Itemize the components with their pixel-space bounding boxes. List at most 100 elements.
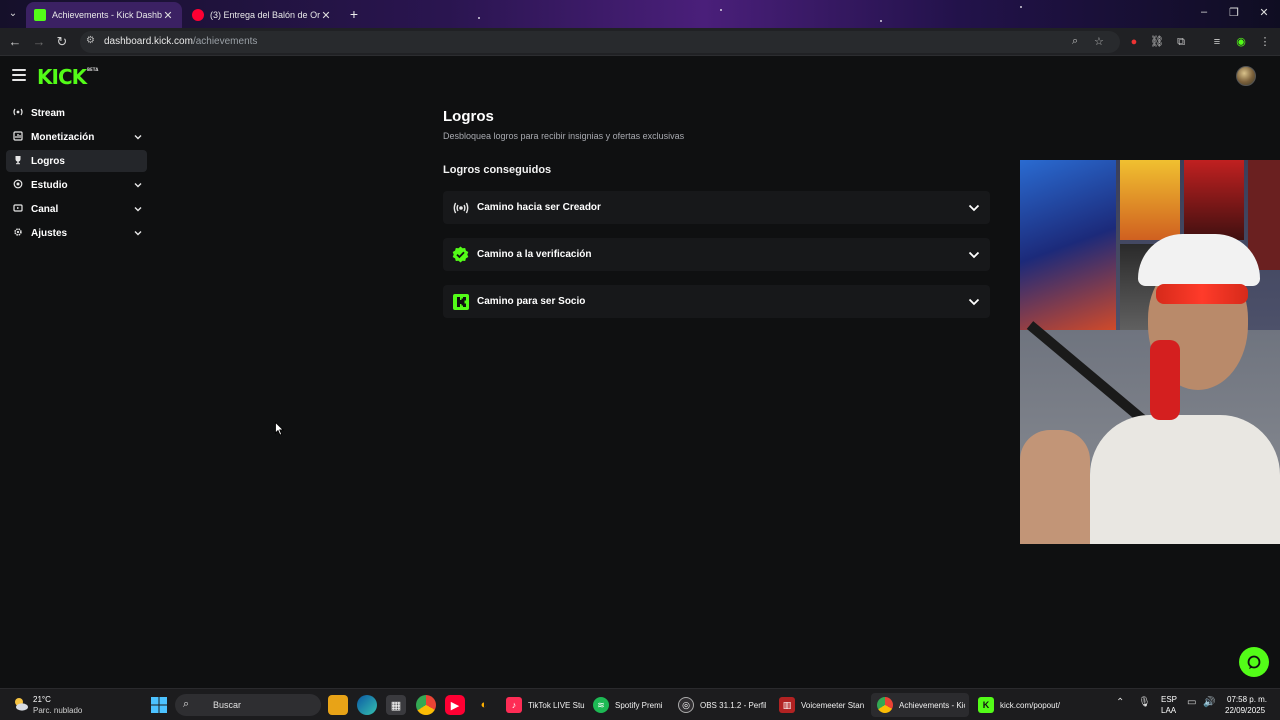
sidebar-item-monetizacion[interactable]: Monetización bbox=[6, 126, 147, 148]
network-icon[interactable]: ▭ bbox=[1187, 697, 1196, 708]
close-tab-icon[interactable]: ✕ bbox=[320, 9, 332, 22]
settings-gear-icon bbox=[11, 227, 25, 239]
link-extension-icon[interactable]: ⛓ bbox=[1149, 34, 1165, 50]
browser-menu-icon[interactable]: ⋮ bbox=[1257, 34, 1273, 50]
tab-title: (3) Entrega del Balón de Oro 20 bbox=[210, 10, 320, 20]
taskbar-time[interactable]: 07:58 p. m. bbox=[1227, 695, 1267, 704]
file-explorer-icon[interactable] bbox=[328, 695, 348, 715]
achievement-verificacion[interactable]: Camino a la verificación bbox=[443, 238, 990, 271]
back-arrow-icon[interactable]: ← bbox=[6, 33, 24, 51]
sidebar-item-label: Stream bbox=[31, 107, 65, 119]
edge-browser-icon[interactable] bbox=[357, 695, 377, 715]
profile-icon[interactable]: ◉ bbox=[1233, 34, 1249, 50]
verified-badge-icon bbox=[452, 246, 469, 263]
hamburger-menu-icon[interactable] bbox=[12, 69, 26, 81]
restore-icon[interactable]: ❐ bbox=[1226, 6, 1242, 19]
extensions-puzzle-icon[interactable]: ⧉ bbox=[1173, 34, 1189, 50]
webcam-overlay bbox=[1020, 160, 1280, 544]
chrome-icon bbox=[877, 697, 893, 713]
voicemeeter-icon: ▥ bbox=[779, 697, 795, 713]
spotify-icon: ≋ bbox=[593, 697, 609, 713]
minimize-icon[interactable]: – bbox=[1196, 6, 1212, 18]
chrome-icon[interactable] bbox=[416, 695, 436, 715]
task-label: Voicemeeter Stan bbox=[801, 700, 865, 710]
kick-logo[interactable]: KICK BETA bbox=[37, 65, 98, 89]
app-launcher-icon[interactable]: ◐ bbox=[474, 695, 494, 715]
close-tab-icon[interactable]: ✕ bbox=[162, 9, 174, 22]
taskbar-task-tiktok[interactable]: ♪ TikTok LIVE Stu bbox=[500, 693, 586, 717]
page-subtitle: Desbloquea logros para recibir insignias… bbox=[443, 131, 685, 141]
chevron-down-icon[interactable] bbox=[967, 295, 981, 309]
windows-taskbar: 21°C Parc. nublado ⌕ Buscar ▦ ▶ ◐ ♪ TikT… bbox=[0, 688, 1280, 720]
taskbar-task-obs[interactable]: ◎ OBS 31.1.2 - Perfil: bbox=[672, 693, 770, 717]
tab-achievements[interactable]: Achievements - Kick Dashboard ✕ bbox=[26, 2, 182, 28]
sidebar-item-label: Logros bbox=[31, 155, 65, 167]
studio-icon bbox=[11, 179, 25, 191]
kick-favicon-icon bbox=[34, 9, 46, 21]
url-host: dashboard.kick.com bbox=[104, 36, 193, 47]
trophy-icon bbox=[11, 155, 25, 167]
sidebar-item-canal[interactable]: Canal bbox=[6, 198, 147, 220]
microphone-icon[interactable]: 🎙 bbox=[1138, 697, 1151, 708]
sidebar-item-ajustes[interactable]: Ajustes bbox=[6, 222, 147, 244]
taskbar-task-kick-popout[interactable]: K kick.com/popout/ bbox=[972, 693, 1070, 717]
support-chat-button[interactable] bbox=[1239, 647, 1269, 677]
extension-icon[interactable]: ● bbox=[1126, 34, 1142, 50]
forward-arrow-icon[interactable]: → bbox=[30, 33, 48, 51]
search-icon: ⌕ bbox=[183, 698, 190, 710]
task-label: OBS 31.1.2 - Perfil: bbox=[700, 700, 766, 710]
weather-cloud-icon[interactable] bbox=[12, 695, 30, 713]
task-label: kick.com/popout/ bbox=[1000, 700, 1061, 710]
zoom-icon[interactable]: ⌕ bbox=[1072, 35, 1078, 48]
tab-title: Achievements - Kick Dashboard bbox=[52, 10, 162, 20]
chart-icon bbox=[11, 131, 25, 143]
site-info-icon[interactable]: ⚙ bbox=[86, 35, 95, 46]
app-header: KICK BETA bbox=[0, 57, 1280, 97]
task-label: TikTok LIVE Stu bbox=[528, 700, 585, 710]
reload-icon[interactable]: ↻ bbox=[53, 33, 71, 51]
sidebar-item-stream[interactable]: Stream bbox=[6, 102, 147, 124]
sidebar-item-logros[interactable]: Logros bbox=[6, 150, 147, 172]
taskbar-task-chrome-achievements[interactable]: Achievements - Kic bbox=[871, 693, 969, 717]
taskbar-search-input[interactable]: ⌕ Buscar bbox=[175, 694, 321, 716]
chevron-down-icon[interactable] bbox=[133, 228, 143, 238]
user-avatar[interactable] bbox=[1236, 66, 1256, 86]
search-placeholder: Buscar bbox=[213, 700, 242, 710]
weather-description: Parc. nublado bbox=[33, 706, 83, 715]
chevron-down-icon[interactable] bbox=[967, 201, 981, 215]
chevron-down-icon[interactable] bbox=[133, 132, 143, 142]
chevron-down-icon[interactable] bbox=[967, 248, 981, 262]
beta-badge: BETA bbox=[87, 67, 99, 72]
taskbar-task-voicemeeter[interactable]: ▥ Voicemeeter Stan bbox=[773, 693, 869, 717]
page-title: Logros bbox=[443, 108, 494, 125]
screen: ⌄ Achievements - Kick Dashboard ✕ (3) En… bbox=[0, 0, 1280, 720]
taskbar-date[interactable]: 22/09/2025 bbox=[1225, 706, 1265, 715]
achievement-label: Camino para ser Socio bbox=[477, 296, 586, 307]
youtube-icon[interactable]: ▶ bbox=[445, 695, 465, 715]
tray-overflow-chevron-icon[interactable]: ⌃ bbox=[1116, 697, 1124, 708]
microsoft-store-icon[interactable]: ▦ bbox=[386, 695, 406, 715]
volume-icon[interactable]: 🔊 bbox=[1203, 697, 1215, 708]
channel-icon bbox=[11, 203, 25, 215]
tab-balon-de-oro[interactable]: (3) Entrega del Balón de Oro 20 ✕ bbox=[184, 2, 340, 28]
reading-list-icon[interactable]: ≡ bbox=[1209, 34, 1225, 50]
new-tab-button[interactable]: + bbox=[346, 6, 362, 22]
section-title: Logros conseguidos bbox=[443, 164, 552, 176]
sidebar-item-estudio[interactable]: Estudio bbox=[6, 174, 147, 196]
keyboard-layout-indicator[interactable]: LAA bbox=[1161, 706, 1176, 715]
kick-logo-icon bbox=[452, 293, 469, 310]
chevron-down-icon[interactable] bbox=[133, 180, 143, 190]
kick-icon: K bbox=[978, 697, 994, 713]
achievement-socio[interactable]: Camino para ser Socio bbox=[443, 285, 990, 318]
bookmark-star-icon[interactable]: ☆ bbox=[1094, 35, 1104, 48]
chevron-down-icon[interactable] bbox=[133, 204, 143, 214]
taskbar-task-spotify[interactable]: ≋ Spotify Premi bbox=[587, 693, 673, 717]
windows-start-icon[interactable] bbox=[149, 695, 169, 715]
sidebar-item-label: Monetización bbox=[31, 131, 95, 143]
tab-search-menu-icon[interactable]: ⌄ bbox=[4, 5, 22, 23]
close-window-icon[interactable]: ✕ bbox=[1256, 6, 1272, 19]
language-indicator[interactable]: ESP bbox=[1161, 695, 1177, 704]
address-bar[interactable]: ⚙ dashboard.kick.com/achievements ⌕ ☆ bbox=[80, 31, 1120, 53]
browser-toolbar: ← → ↻ ⚙ dashboard.kick.com/achievements … bbox=[0, 28, 1280, 56]
achievement-creador[interactable]: Camino hacia ser Creador bbox=[443, 191, 990, 224]
